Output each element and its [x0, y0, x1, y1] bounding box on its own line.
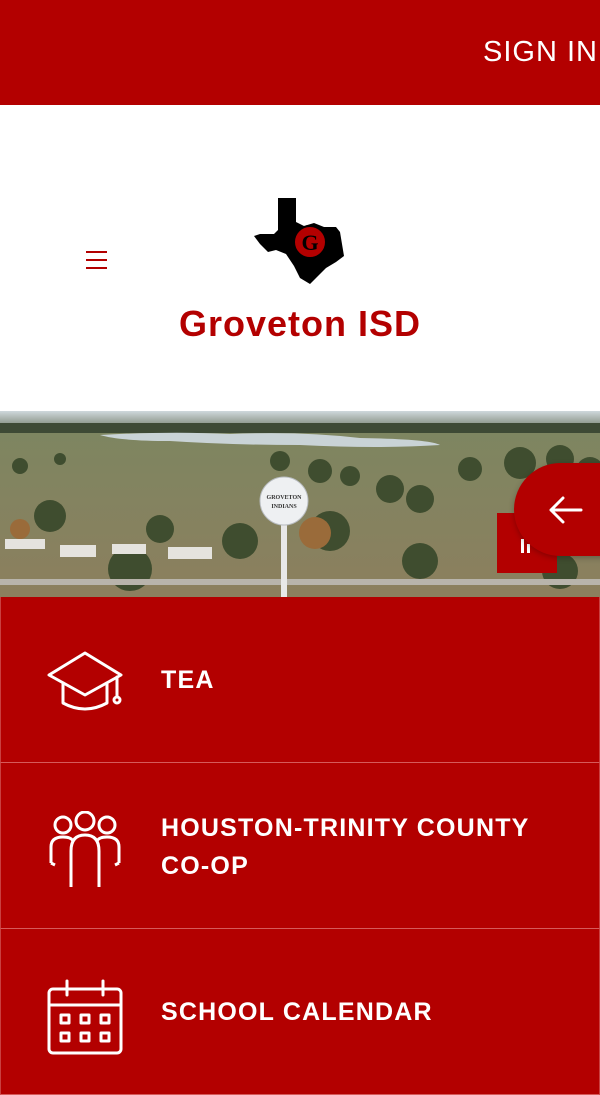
logo-letter: G [301, 230, 318, 255]
tower-text-line1: GROVETON [267, 495, 303, 501]
sign-in-link[interactable]: SIGN IN [483, 36, 598, 69]
site-title[interactable]: Groveton ISD [0, 303, 600, 345]
arrow-left-icon [549, 496, 583, 524]
people-group-icon [49, 811, 121, 887]
graduation-cap-icon [47, 651, 123, 711]
calendar-icon [47, 979, 123, 1055]
tower-text-line2: INDIANS [271, 504, 297, 510]
quick-link-tea[interactable]: TEA [0, 597, 600, 763]
top-bar: SIGN IN [0, 0, 600, 105]
district-logo[interactable]: G [252, 196, 348, 284]
collapse-panel-button[interactable] [514, 463, 600, 556]
quick-link-label: TEA [161, 666, 215, 694]
quick-link-label: HOUSTON-TRINITY COUNTY CO-OP [161, 809, 569, 885]
quick-link-co-op[interactable]: HOUSTON-TRINITY COUNTY CO-OP [0, 763, 600, 929]
hamburger-menu-icon[interactable] [86, 251, 107, 269]
quick-link-label-line2: CO-OP [161, 852, 249, 880]
quick-link-label: SCHOOL CALENDAR [161, 998, 433, 1026]
site-header: G Groveton ISD [0, 105, 600, 411]
quick-link-label-line1: HOUSTON-TRINITY COUNTY [161, 814, 530, 842]
quick-links-list: TEA HOUSTON-TRINITY COUNTY CO-OP SCHOOL … [0, 597, 600, 1095]
quick-link-school-calendar[interactable]: SCHOOL CALENDAR [0, 929, 600, 1095]
